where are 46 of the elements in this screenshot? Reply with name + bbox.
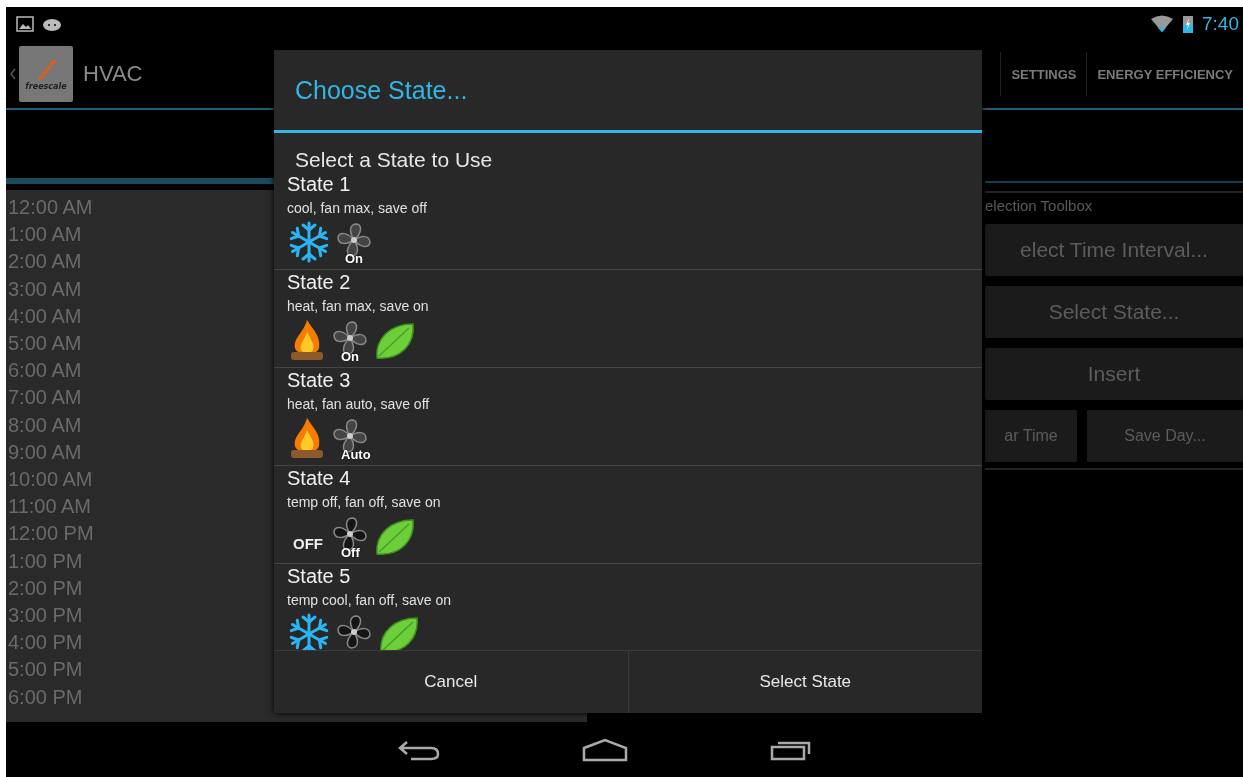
dialog-button[interactable]: Cancel (274, 651, 628, 713)
state-name: State 3 (287, 368, 352, 392)
dialog-button[interactable]: Select State (627, 651, 982, 713)
toolbox-button[interactable]: Select State... (985, 286, 1243, 338)
leaf-icon (373, 516, 417, 558)
app-title: HVAC (83, 61, 143, 87)
state-name: State 5 (287, 564, 352, 588)
toolbox-button[interactable]: ar Time (985, 410, 1077, 462)
state-row[interactable]: State 5 temp cool, fan off, save on (274, 564, 982, 650)
fan-mode-label: On (341, 349, 360, 364)
state-name: State 1 (287, 172, 352, 196)
state-description: heat, fan auto, save off (287, 395, 431, 414)
battery-icon (1182, 13, 1194, 34)
state-row[interactable]: State 1 cool, fan max, save off On (274, 172, 982, 270)
snowflake-icon (287, 612, 331, 650)
state-name: State 4 (287, 466, 352, 490)
toolbox-button[interactable]: Insert (985, 348, 1243, 400)
app-logo[interactable]: freescale (19, 46, 73, 102)
action-tab[interactable]: ENERGY EFFICIENCY (1086, 52, 1243, 96)
logo-text: freescale (25, 81, 67, 91)
state-name: State 2 (287, 270, 352, 294)
toolbox-button[interactable]: elect Time Interval... (985, 224, 1243, 276)
home-icon[interactable] (580, 737, 629, 762)
state-description: heat, fan max, save on (287, 297, 430, 316)
toolbox-title: election Toolbox (985, 197, 1094, 214)
fan-mode-label: Off (341, 545, 360, 560)
state-row[interactable]: State 4 temp off, fan off, save on OFF Off (274, 466, 982, 564)
fan-mode-label: On (345, 251, 364, 266)
temp-off-label: OFF (293, 535, 323, 552)
leaf-icon (377, 614, 421, 650)
action-tab[interactable]: SETTINGS (1000, 52, 1087, 96)
image-icon (16, 15, 34, 32)
state-row[interactable]: State 2 heat, fan max, save on On (274, 270, 982, 368)
state-row[interactable]: State 3 heat, fan auto, save off Auto (274, 368, 982, 466)
state-description: cool, fan max, save off (287, 199, 428, 218)
state-description: temp cool, fan off, save on (287, 591, 452, 610)
leaf-icon (373, 320, 417, 362)
dialog-title: Choose State... (274, 50, 982, 133)
state-description: temp off, fan off, save on (287, 493, 442, 512)
back-chevron-icon[interactable] (10, 68, 16, 80)
dialog-subtitle: Select a State to Use (294, 147, 494, 172)
fan-mode-label: Auto (341, 447, 371, 462)
snowflake-icon (287, 220, 331, 264)
wifi-icon (1150, 14, 1174, 33)
status-time: 7:40 (1202, 12, 1239, 35)
toolbox-button[interactable]: Save Day... (1087, 410, 1243, 462)
